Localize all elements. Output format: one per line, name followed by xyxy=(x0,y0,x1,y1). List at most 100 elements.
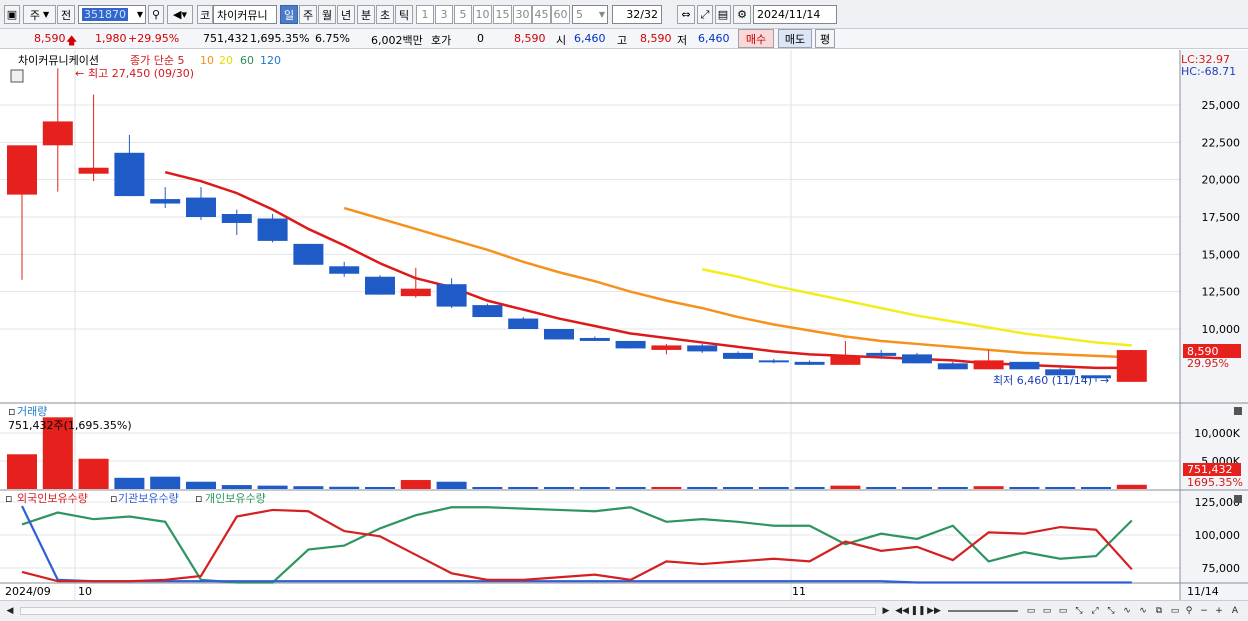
minute-option-45[interactable]: 45 xyxy=(532,5,551,24)
volume-tick-label: 10,000K xyxy=(1194,427,1240,440)
font-size-icon[interactable]: A xyxy=(1228,604,1242,618)
count-field[interactable]: 32/32 xyxy=(612,5,662,24)
candle-body xyxy=(937,363,968,370)
line-tool-icon[interactable]: ⤡ xyxy=(1072,604,1086,618)
interval-tick-tab[interactable]: 틱 xyxy=(395,5,413,24)
ma-period-20: 20 xyxy=(219,54,233,67)
prev-button[interactable]: 전 xyxy=(57,5,75,24)
fast-forward-icon[interactable]: ▶▶ xyxy=(927,604,941,618)
period-select[interactable]: 주 ▼ xyxy=(23,5,56,24)
volume-bar xyxy=(902,487,932,489)
layout-3-icon[interactable]: ▭ xyxy=(1056,604,1070,618)
hc-label: HC:-68.71 xyxy=(1181,65,1236,78)
layout-2-icon[interactable]: ▭ xyxy=(1040,604,1054,618)
interval-day-tab[interactable]: 일 xyxy=(280,5,298,24)
code-type-button[interactable]: 코 xyxy=(197,5,213,24)
step-select[interactable]: 5 ▼ xyxy=(572,5,608,24)
plus-icon[interactable]: + xyxy=(1212,604,1226,618)
table-icon[interactable] xyxy=(10,69,24,83)
sell-button[interactable]: 매도 xyxy=(778,29,812,48)
interval-minute-tab[interactable]: 분 xyxy=(357,5,375,24)
copy-icon[interactable]: ⧉ xyxy=(1152,604,1166,618)
scrollbar-track[interactable] xyxy=(20,607,876,615)
interval-month-tab[interactable]: 월 xyxy=(318,5,336,24)
holding-tick-label: 125,000 xyxy=(1195,496,1241,509)
pause-icon[interactable]: ❚❚ xyxy=(910,604,925,618)
ma-period-10: 10 xyxy=(200,54,214,67)
minute-option-10[interactable]: 10 xyxy=(473,5,492,24)
minute-option-30[interactable]: 30 xyxy=(513,5,532,24)
buy-button[interactable]: 매수 xyxy=(738,29,774,48)
minute-option-3[interactable]: 3 xyxy=(435,5,453,24)
speaker-icon[interactable]: ◀▾ xyxy=(167,5,193,24)
stock-name-field: 차이커뮤니 xyxy=(213,5,277,24)
layout-1-icon[interactable]: ▭ xyxy=(1024,604,1038,618)
ma-period-60: 60 xyxy=(240,54,254,67)
high-annotation-arrow: ← xyxy=(75,67,84,80)
fib-tool-icon[interactable]: ⤡ xyxy=(1104,604,1118,618)
volume-bar xyxy=(615,487,646,489)
price-tick-label: 22,500 xyxy=(1202,136,1241,149)
candle-body xyxy=(365,276,395,295)
interval-year-tab[interactable]: 년 xyxy=(337,5,355,24)
save-icon[interactable]: ▤ xyxy=(715,5,731,24)
zoom-icon[interactable]: ⚲ xyxy=(1182,604,1196,618)
scroll-left-icon[interactable]: ◀ xyxy=(3,604,17,618)
interval-second-tab[interactable]: 초 xyxy=(376,5,394,24)
bottom-toolbar: ◀ ▶ ◀◀ ❚❚ ▶▶ ▭ ▭ ▭ ⤡ ⤢ ⤡ ∿ ∿ ⧉ ▭ ⚲ − + A xyxy=(0,600,1248,621)
eval-button[interactable]: 평 xyxy=(815,29,835,48)
cycle-tool-icon[interactable]: ∿ xyxy=(1136,604,1150,618)
play-icon[interactable]: ▶ xyxy=(879,604,893,618)
indiv-holding-title: 개인보유수량 xyxy=(205,492,266,505)
price-tick-label: 12,500 xyxy=(1202,286,1241,299)
minute-option-5[interactable]: 5 xyxy=(454,5,472,24)
close-panel-icon[interactable] xyxy=(1234,495,1242,503)
chart-canvas[interactable]: 25,000 22,500 20,000 17,500 15,000 12,500 10,0… xyxy=(0,50,1248,600)
candle-body xyxy=(866,352,897,356)
stock-code-input[interactable]: 351870 ▼ xyxy=(78,5,146,24)
gear-icon[interactable]: ⚙ xyxy=(733,5,751,24)
volume-value: 751,432 xyxy=(203,32,249,45)
hoga-price: 8,590 xyxy=(514,32,546,45)
chart-layout-icon[interactable]: ▣ xyxy=(4,5,20,24)
open-value: 6,460 xyxy=(574,32,606,45)
draw-icon[interactable]: ⤢ xyxy=(697,5,713,24)
quote-bar: 8,590 🡅 1,980 +29.95% 751,432 1,695.35% … xyxy=(0,29,1248,49)
inst-holding-title: 기관보유수량 xyxy=(118,492,179,505)
candle-body xyxy=(973,360,1004,370)
search-icon[interactable]: ⚲ xyxy=(148,5,164,24)
candle-body xyxy=(42,121,73,146)
minus-icon[interactable]: − xyxy=(1197,604,1211,618)
low-value: 6,460 xyxy=(698,32,730,45)
ma-period-120: 120 xyxy=(260,54,281,67)
volume-bar xyxy=(472,487,503,489)
candle-body xyxy=(7,145,37,195)
volume-bar xyxy=(7,454,37,489)
candle-body xyxy=(794,361,825,365)
window-icon[interactable]: ▭ xyxy=(1168,604,1182,618)
trend-tool-icon[interactable]: ⤢ xyxy=(1088,604,1102,618)
volume-bar xyxy=(723,487,753,489)
candle-body xyxy=(436,284,467,307)
candle-body xyxy=(472,305,503,318)
date-field[interactable]: 2024/11/14 xyxy=(753,5,837,24)
volume-bar xyxy=(78,458,109,489)
fit-icon[interactable]: ⇔ xyxy=(677,5,695,24)
candle-body xyxy=(293,243,324,265)
candle-body xyxy=(329,266,360,274)
volume-bar xyxy=(758,487,789,489)
close-panel-icon[interactable] xyxy=(1234,407,1242,415)
minute-option-15[interactable]: 15 xyxy=(493,5,512,24)
rewind-icon[interactable]: ◀◀ xyxy=(895,604,909,618)
minute-option-60[interactable]: 60 xyxy=(551,5,570,24)
volume-bar xyxy=(830,485,861,489)
zoom-slider[interactable] xyxy=(948,610,1018,612)
wave-tool-icon[interactable]: ∿ xyxy=(1120,604,1134,618)
price-tick-label: 15,000 xyxy=(1202,248,1241,261)
volume-bar xyxy=(150,476,181,489)
volume-bar xyxy=(436,481,467,489)
minute-option-1[interactable]: 1 xyxy=(416,5,434,24)
interval-week-tab[interactable]: 주 xyxy=(299,5,317,24)
volume-bar xyxy=(1116,484,1147,489)
candle-body xyxy=(615,340,646,349)
